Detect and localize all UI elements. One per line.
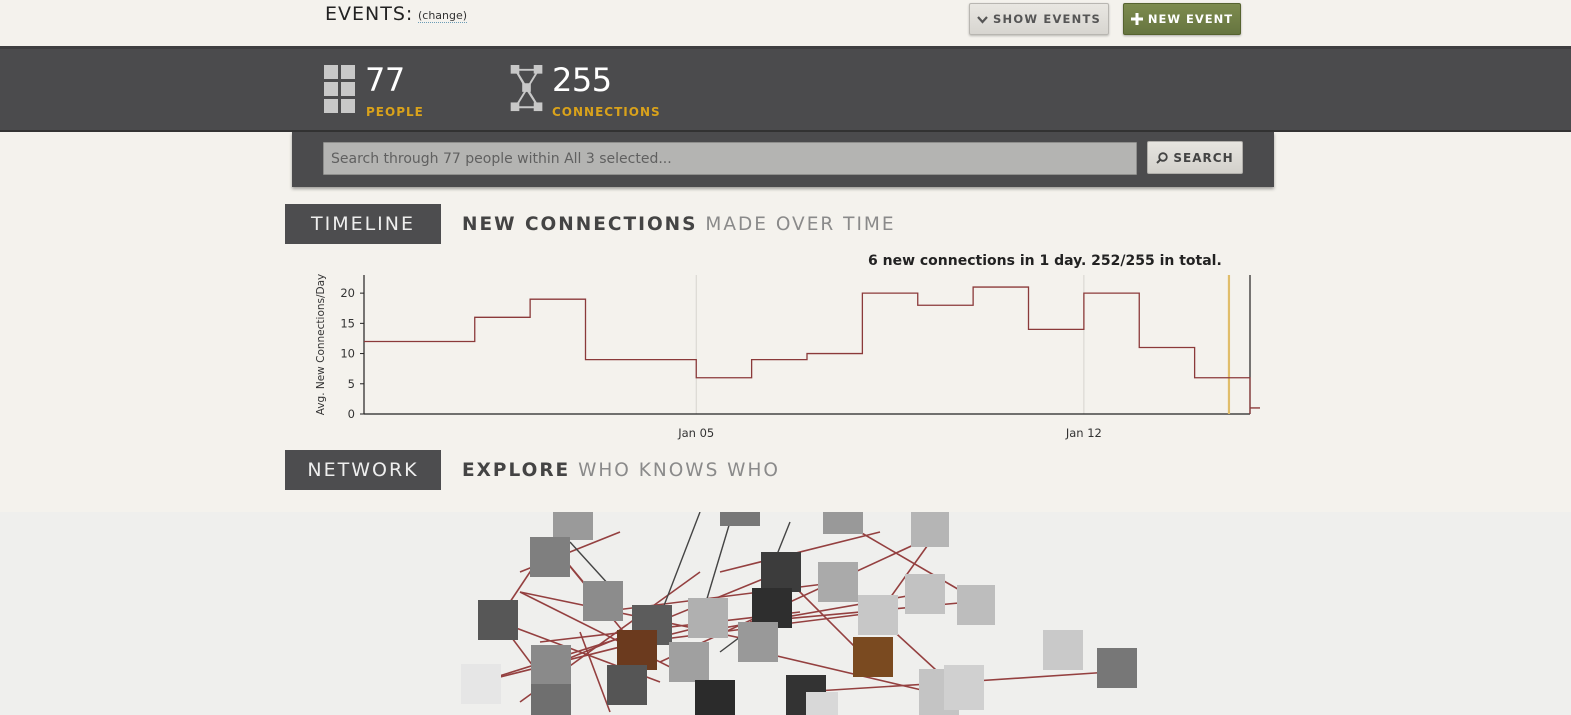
series-line xyxy=(364,286,1260,414)
connections-network-icon xyxy=(510,65,543,112)
search-panel: SEARCH xyxy=(292,132,1274,187)
show-events-label: SHOW EVENTS xyxy=(993,12,1101,26)
y-tick-label: 0 xyxy=(348,407,355,421)
y-tick-label: 5 xyxy=(348,377,355,391)
people-count: 77 xyxy=(365,61,405,99)
connections-label: CONNECTIONS xyxy=(552,105,661,119)
search-button-label: SEARCH xyxy=(1173,150,1234,165)
people-grid-icon xyxy=(324,65,356,113)
chevron-down-icon xyxy=(977,15,988,24)
y-axis-label: Avg. New Connections/Day xyxy=(315,274,327,416)
plus-icon xyxy=(1130,13,1143,25)
network-title: EXPLORE WHO KNOWS WHO xyxy=(462,460,780,481)
search-button[interactable]: SEARCH xyxy=(1147,141,1243,174)
search-input[interactable] xyxy=(323,142,1137,175)
stats-band: 77 PEOPLE 255 CONNECTIONS xyxy=(0,46,1571,132)
events-header: EVENTS: (change) SHOW EVENTS NEW EVENT xyxy=(0,0,1571,46)
search-icon xyxy=(1156,151,1169,164)
timeline-tab: TIMELINE xyxy=(285,204,441,244)
events-title: EVENTS: xyxy=(325,3,414,25)
timeline-status-text: 6 new connections in 1 day. 252/255 in t… xyxy=(868,253,1222,269)
connections-count: 255 xyxy=(552,61,612,99)
x-tick-label: Jan 12 xyxy=(1065,426,1102,440)
events-change-link-wrap: (change) xyxy=(418,9,468,23)
network-graph[interactable] xyxy=(0,512,1571,715)
y-tick-label: 15 xyxy=(340,316,355,330)
timeline-title: NEW CONNECTIONS MADE OVER TIME xyxy=(462,214,896,235)
y-tick-label: 10 xyxy=(340,347,355,361)
timeline-chart[interactable]: Jan 05 Jan 12 0 5 10 15 20 Avg. New Connections… xyxy=(300,268,1260,446)
x-tick-label: Jan 05 xyxy=(677,426,714,440)
show-events-button[interactable]: SHOW EVENTS xyxy=(969,3,1109,35)
people-label: PEOPLE xyxy=(366,105,424,119)
network-graph-canvas[interactable] xyxy=(0,512,1571,715)
network-title-light: WHO KNOWS WHO xyxy=(578,460,780,481)
events-change-link[interactable]: (change) xyxy=(418,9,468,23)
new-event-label: NEW EVENT xyxy=(1147,12,1234,26)
network-title-strong: EXPLORE xyxy=(462,460,571,481)
timeline-title-strong: NEW CONNECTIONS xyxy=(462,214,698,235)
network-tab: NETWORK xyxy=(285,450,441,490)
new-event-button[interactable]: NEW EVENT xyxy=(1123,3,1241,35)
y-tick-label: 20 xyxy=(340,286,355,300)
timeline-title-light: MADE OVER TIME xyxy=(705,214,896,235)
